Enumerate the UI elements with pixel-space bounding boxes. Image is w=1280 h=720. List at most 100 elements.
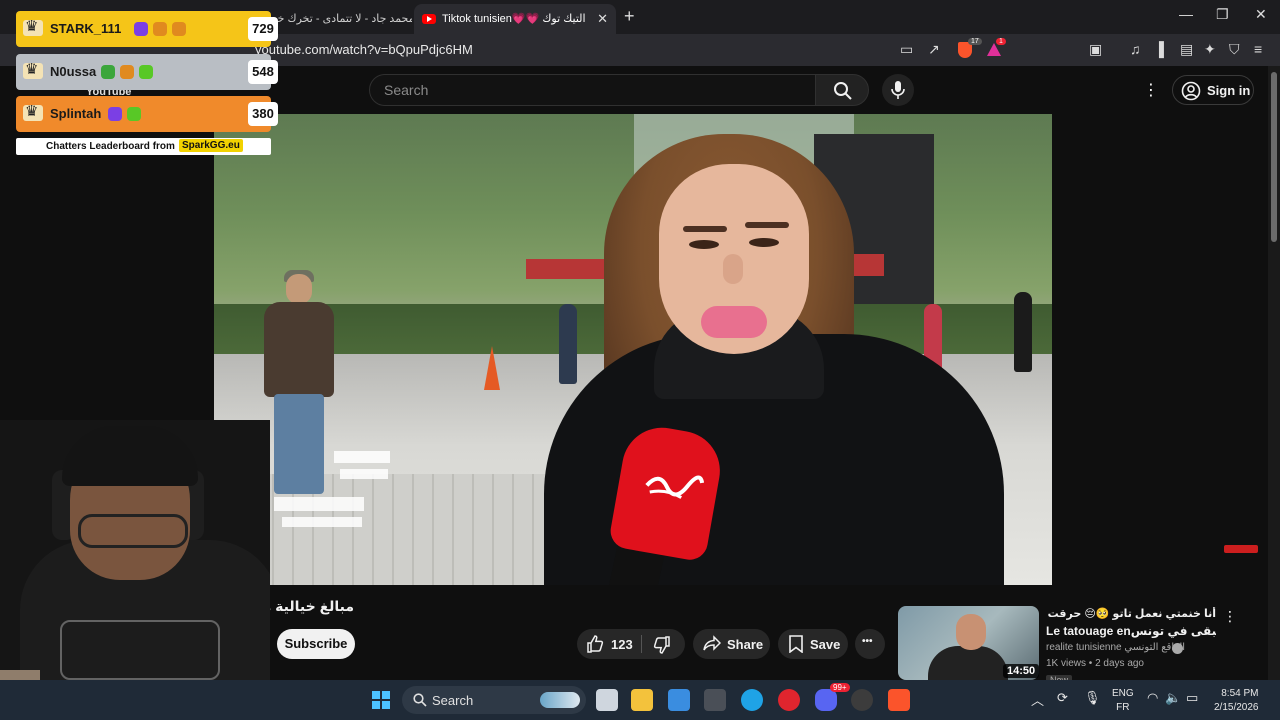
suggested-video-title[interactable]: أنا خنمتي نعمل تاتو 🥺😔 حرقت 5 مرات (1046, 607, 1216, 620)
close-window-button[interactable]: ✕ (1255, 6, 1267, 23)
tab-active[interactable]: Tiktok tunisien💗💗 التيك توك ✕ (414, 4, 616, 34)
minimize-button[interactable]: — (1179, 6, 1193, 22)
leo-ai-icon[interactable]: ✦ (1204, 41, 1216, 58)
language-secondary: FR (1116, 702, 1130, 713)
leaderboard-name: N0ussa (50, 64, 97, 79)
opera-gx-icon[interactable] (778, 689, 800, 711)
browser-menu-icon[interactable]: ≡ (1254, 41, 1262, 57)
video-player[interactable] (214, 114, 1052, 585)
reader-mode-icon[interactable]: ▣ (1089, 41, 1102, 58)
leaderboard-row: STARK_111 729 (16, 11, 278, 47)
badge-icon (139, 65, 153, 79)
install-app-icon[interactable]: ▭ (900, 41, 913, 58)
leaderboard-footer: Chatters Leaderboard from SparkGG.eu (16, 138, 271, 155)
suggested-video-menu-icon[interactable]: ⋮ (1223, 608, 1237, 625)
battery-icon[interactable]: ▭ (1186, 690, 1198, 706)
badge-icon (172, 22, 186, 36)
more-actions-button[interactable]: ••• (855, 629, 885, 659)
crown-icon (23, 102, 43, 121)
url-field[interactable]: youtube.com/watch?v=bQpuPdjc6HM (255, 42, 473, 57)
edge-icon[interactable] (741, 689, 763, 711)
rewards-count-badge: 1 (996, 38, 1006, 45)
search-icon (413, 693, 427, 707)
sign-in-label: Sign in (1207, 83, 1251, 98)
maximize-button[interactable]: ❐ (1216, 6, 1229, 23)
leaderboard-footer-text: Chatters Leaderboard from (46, 141, 175, 152)
search-highlight-icon (540, 692, 580, 708)
leaderboard-row: N0ussa 548 (16, 54, 278, 90)
tray-mic-icon[interactable]: 🎙 (1084, 690, 1101, 706)
like-count[interactable]: 123 (611, 637, 633, 652)
subscribe-button[interactable]: Subscribe (277, 629, 355, 659)
leaderboard-name: STARK_111 (50, 21, 122, 36)
sign-in-button[interactable]: Sign in (1172, 75, 1254, 105)
brave-icon[interactable] (888, 689, 910, 711)
leaderboard-name: Splintah (50, 106, 102, 121)
save-button[interactable]: Save (778, 629, 848, 659)
discord-icon[interactable] (815, 689, 837, 711)
suggested-video-channel[interactable]: realite tunisienne الواقع التونسي (1046, 642, 1185, 653)
page-scrollbar[interactable] (1268, 66, 1280, 680)
language-primary: ENG (1112, 688, 1134, 699)
vpn-icon[interactable]: ⛉ (1229, 41, 1240, 58)
settings-menu-icon[interactable]: ⋮ (1143, 80, 1159, 100)
task-view-icon[interactable] (596, 689, 618, 711)
leaderboard-score: 548 (248, 60, 278, 84)
windows-start-icon[interactable] (372, 691, 390, 709)
media-icon[interactable]: ♫ (1130, 41, 1141, 57)
bookmark-icon (789, 635, 803, 653)
suggested-video-title-line2[interactable]: Le tatouage en‎منحبش نبقى في تونس... (1046, 624, 1216, 638)
like-divider (641, 635, 642, 653)
badge-icon (120, 65, 134, 79)
webcam-overlay (0, 420, 270, 686)
obs-icon[interactable] (851, 689, 873, 711)
subscribe-watermark-icon[interactable] (1224, 545, 1258, 553)
new-tab-button[interactable]: + (624, 6, 635, 27)
share-icon (703, 635, 721, 651)
channel-watermark (274, 449, 414, 549)
sync-icon[interactable]: ⟳ (1057, 690, 1068, 706)
background-person (1014, 292, 1032, 372)
taskbar-clock[interactable]: 8:54 PM 2/15/2026 (1214, 687, 1259, 715)
leaderboard-score: 729 (248, 17, 278, 41)
app-icon[interactable] (704, 689, 726, 711)
volume-icon[interactable]: 🔈 (1165, 690, 1181, 706)
tray-overflow-icon[interactable]: ︿ (1031, 690, 1044, 709)
scrollbar-thumb[interactable] (1271, 72, 1277, 242)
tab-inactive[interactable]: محمد جاد - لا تتمادى - تخرك خو (262, 4, 412, 34)
thumbs-up-icon[interactable] (586, 635, 604, 653)
microsoft-store-icon[interactable] (668, 689, 690, 711)
traffic-cone (484, 346, 500, 390)
save-label: Save (810, 637, 841, 652)
badge-icon (153, 22, 167, 36)
taskbar-search[interactable]: Search (402, 686, 586, 714)
wallet-icon[interactable]: ▤ (1180, 41, 1193, 58)
badge-icon (127, 107, 141, 121)
badge-icon (108, 107, 122, 121)
more-icon: ••• (862, 636, 873, 647)
tab-close-icon[interactable]: ✕ (597, 11, 608, 27)
share-page-icon[interactable]: ↗ (928, 41, 940, 58)
search-icon (834, 82, 852, 100)
badge-icon (101, 65, 115, 79)
clock-time: 8:54 PM (1221, 688, 1259, 699)
search-button[interactable] (815, 74, 869, 106)
suggested-video-duration: 14:50 (1003, 664, 1040, 678)
share-button[interactable]: Share (693, 629, 770, 659)
sidebar-icon[interactable]: ▐ (1154, 41, 1164, 57)
crown-icon (23, 60, 43, 79)
channel-logo-icon (645, 475, 705, 499)
file-explorer-icon[interactable] (631, 689, 653, 711)
wifi-icon[interactable]: ◠ (1147, 690, 1158, 706)
like-dislike-group: 123 (577, 629, 685, 659)
discord-badge: 99+ (830, 683, 850, 692)
youtube-favicon-icon (422, 14, 436, 24)
language-indicator[interactable]: ENG FR (1112, 687, 1134, 715)
windows-taskbar: Search 99+ ︿ ⟳ 🎙 ENG FR ◠ 🔈 ▭ 8:54 PM 2/… (0, 680, 1280, 720)
microphone-icon (891, 81, 905, 99)
shields-count-badge: 17 (968, 38, 982, 45)
voice-search-button[interactable] (882, 74, 914, 106)
thumbs-down-icon[interactable] (653, 636, 671, 654)
taskbar-search-label: Search (432, 693, 474, 708)
search-input[interactable]: Search (369, 74, 816, 106)
